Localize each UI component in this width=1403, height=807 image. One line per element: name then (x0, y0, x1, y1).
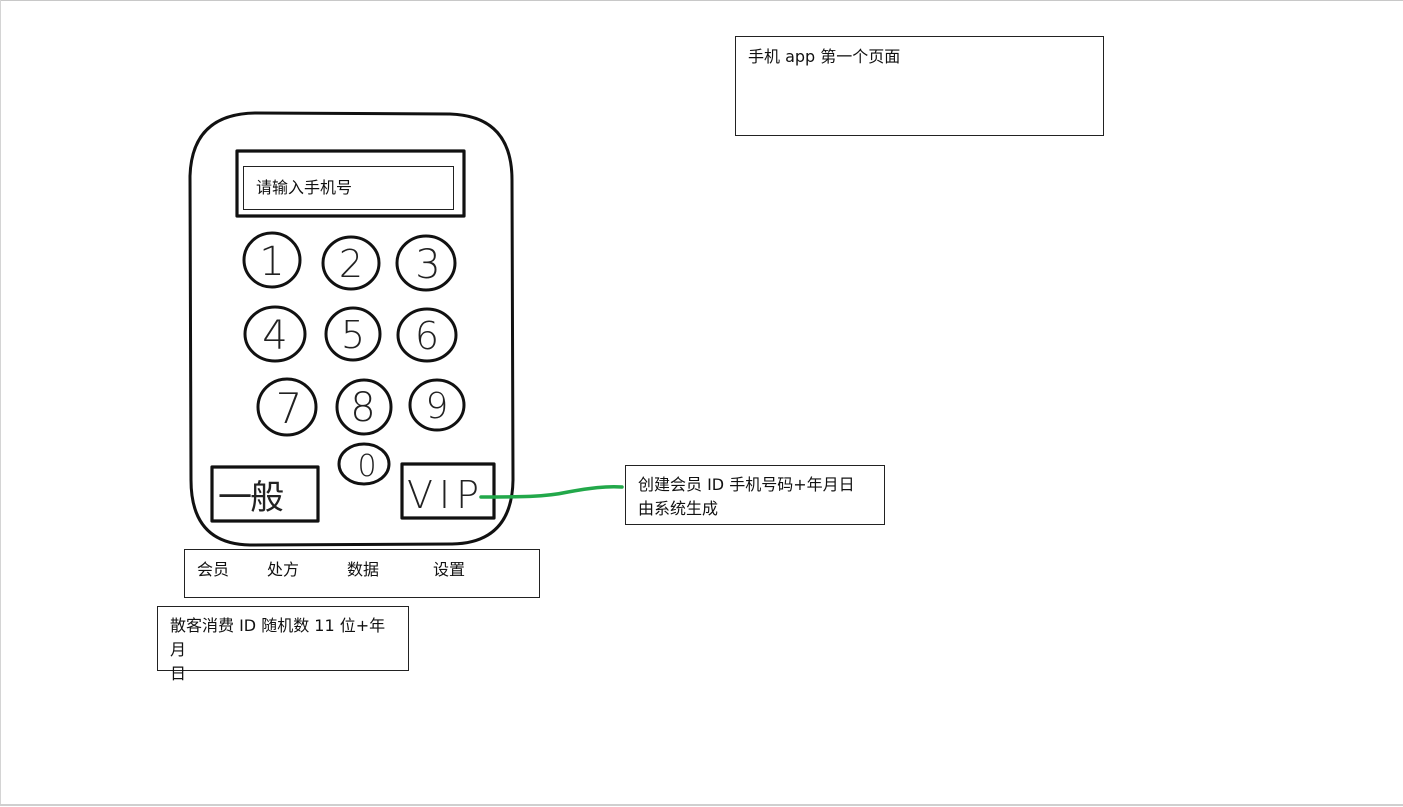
vip-button[interactable]: VIP (407, 473, 485, 517)
key-6[interactable]: 6 (415, 314, 439, 358)
tab-prescription[interactable]: 处方 (267, 558, 299, 582)
key-4[interactable]: 4 (262, 313, 287, 359)
vip-note-line2: 由系统生成 (638, 499, 719, 518)
bottom-tabbar: 会员 处方 数据 设置 (184, 549, 540, 598)
guest-note-line2: 日 (170, 664, 187, 683)
phone-input-placeholder: 请输入手机号 (256, 178, 353, 197)
general-button[interactable]: 一般 (218, 478, 285, 518)
key-5[interactable]: 5 (341, 313, 365, 357)
phone-input[interactable]: 请输入手机号 (243, 166, 454, 210)
vip-connector (479, 485, 624, 499)
key-9[interactable]: 9 (426, 386, 449, 427)
diagram-canvas: 手机 app 第一个页面 1 2 3 4 5 6 7 8 9 0 一般 VIP … (0, 0, 1403, 807)
vip-note: 创建会员 ID 手机号码+年月日 由系统生成 (625, 465, 885, 525)
key-3[interactable]: 3 (415, 242, 440, 288)
tab-member[interactable]: 会员 (197, 558, 229, 582)
guest-note: 散客消费 ID 随机数 11 位+年月 日 (157, 606, 409, 683)
key-8[interactable]: 8 (350, 385, 375, 431)
key-2[interactable]: 2 (339, 242, 363, 286)
tab-settings[interactable]: 设置 (433, 558, 465, 582)
key-0[interactable]: 0 (357, 449, 376, 484)
vip-note-line1: 创建会员 ID 手机号码+年月日 (638, 475, 855, 494)
key-7[interactable]: 7 (276, 384, 303, 433)
tab-data[interactable]: 数据 (347, 558, 379, 582)
key-1[interactable]: 1 (259, 239, 284, 285)
guest-note-line1: 散客消费 ID 随机数 11 位+年月 (170, 616, 386, 659)
